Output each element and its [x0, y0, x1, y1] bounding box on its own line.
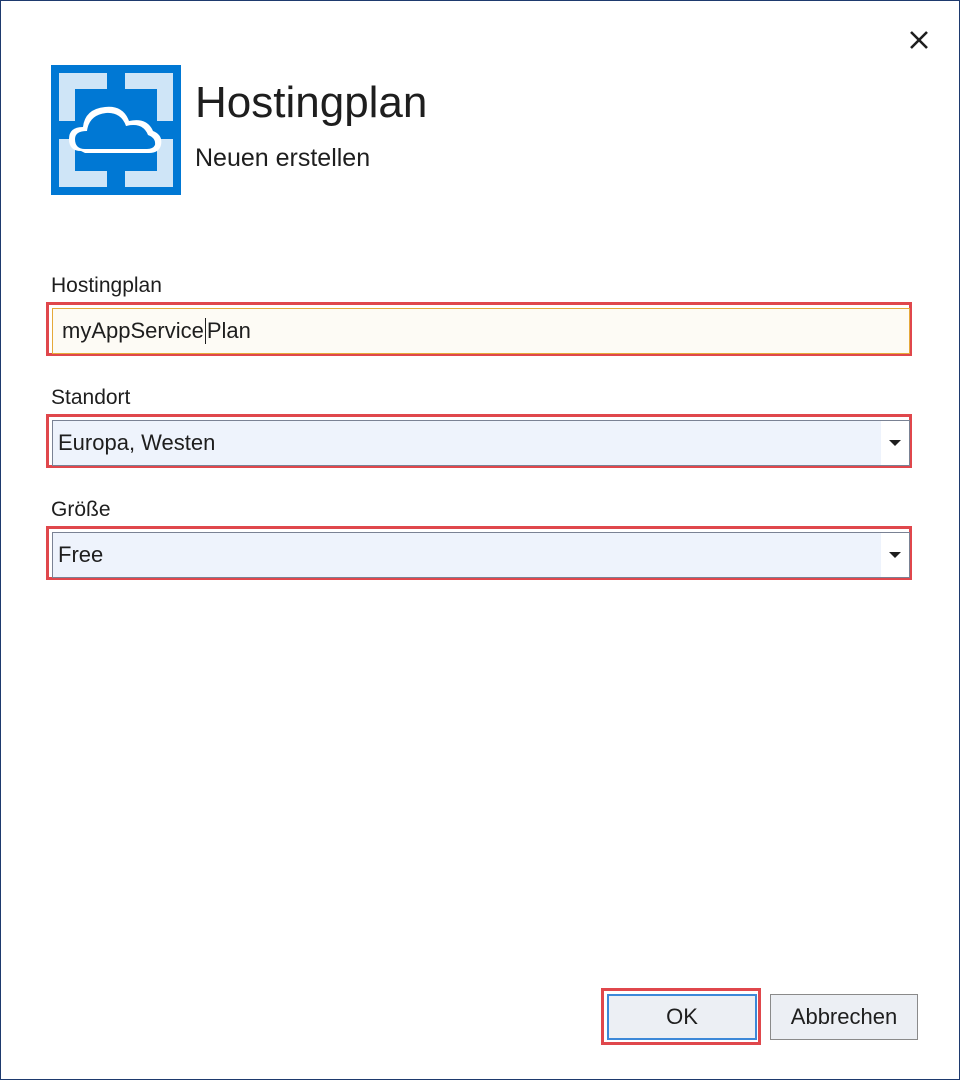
- text-caret: [204, 318, 206, 344]
- size-select[interactable]: Free: [52, 532, 910, 578]
- location-label: Standort: [51, 386, 131, 409]
- dialog-subtitle: Neuen erstellen: [195, 144, 371, 172]
- location-value: Europa, Westen: [58, 430, 216, 455]
- size-value: Free: [58, 542, 104, 567]
- hosting-plan-input[interactable]: myAppService Plan: [52, 308, 910, 354]
- close-icon: [909, 30, 929, 55]
- dialog-title: Hostingplan: [195, 78, 428, 127]
- size-label: Größe: [51, 498, 111, 521]
- hosting-plan-value-start: myAppService: [62, 318, 204, 343]
- location-select[interactable]: Europa, Westen: [52, 420, 910, 466]
- hosting-plan-label: Hostingplan: [51, 274, 162, 297]
- create-hosting-plan-dialog: Hostingplan Neuen erstellen Hostingplan …: [0, 0, 960, 1080]
- cancel-button[interactable]: Abbrechen: [770, 994, 918, 1040]
- ok-button[interactable]: OK: [607, 994, 757, 1040]
- location-dropdown-button[interactable]: [881, 421, 909, 465]
- chevron-down-icon: [889, 552, 901, 558]
- azure-app-service-icon: [51, 65, 181, 195]
- close-button[interactable]: [897, 25, 941, 59]
- hosting-plan-value-end: Plan: [206, 318, 251, 343]
- chevron-down-icon: [889, 440, 901, 446]
- size-dropdown-button[interactable]: [881, 533, 909, 577]
